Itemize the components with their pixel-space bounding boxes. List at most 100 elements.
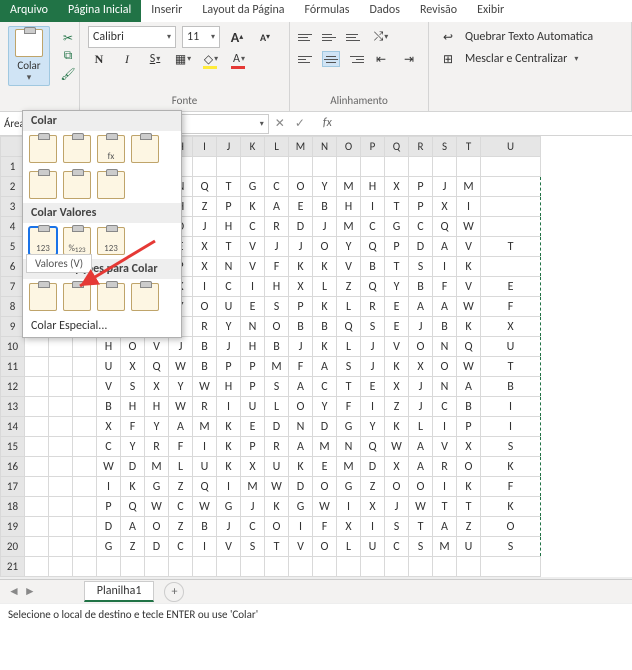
cell[interactable]: A	[265, 197, 289, 217]
paste-option-icon[interactable]	[63, 135, 91, 163]
cell[interactable]: C	[433, 397, 457, 417]
cell[interactable]: Q	[337, 317, 361, 337]
col-header[interactable]: L	[265, 137, 289, 157]
cell[interactable]	[481, 177, 541, 197]
cell[interactable]	[73, 437, 97, 457]
cell[interactable]: A	[433, 297, 457, 317]
cell[interactable]: O	[409, 477, 433, 497]
cell[interactable]: R	[265, 437, 289, 457]
cell[interactable]	[25, 417, 49, 437]
cell[interactable]	[73, 457, 97, 477]
merge-label[interactable]: Mesclar e Centralizar	[465, 52, 567, 66]
cell[interactable]: I	[481, 417, 541, 437]
cell[interactable]: G	[337, 477, 361, 497]
cell[interactable]	[73, 397, 97, 417]
cell[interactable]	[145, 557, 169, 577]
cell[interactable]: M	[337, 457, 361, 477]
cell[interactable]: I	[217, 477, 241, 497]
cell[interactable]: H	[217, 377, 241, 397]
cell[interactable]: I	[193, 437, 217, 457]
cell[interactable]: N	[289, 417, 313, 437]
cell[interactable]: X	[457, 437, 481, 457]
col-header[interactable]: O	[337, 137, 361, 157]
cell[interactable]: H	[145, 397, 169, 417]
col-header[interactable]: S	[433, 137, 457, 157]
cell[interactable]: U	[361, 537, 385, 557]
cell[interactable]: X	[385, 377, 409, 397]
cell[interactable]: K	[241, 197, 265, 217]
cell[interactable]: A	[409, 437, 433, 457]
border-button[interactable]: ▦▾	[172, 48, 194, 70]
cell[interactable]: I	[433, 257, 457, 277]
cell[interactable]: A	[457, 377, 481, 397]
tab-home[interactable]: Página Inicial	[58, 0, 141, 22]
cell[interactable]: B	[289, 317, 313, 337]
cell[interactable]: B	[313, 197, 337, 217]
cell[interactable]: B	[433, 317, 457, 337]
cell[interactable]: J	[433, 177, 457, 197]
cell[interactable]	[25, 397, 49, 417]
row-header[interactable]: 21	[1, 557, 25, 577]
cell[interactable]: J	[313, 217, 337, 237]
cell[interactable]: G	[97, 537, 121, 557]
cell[interactable]: N	[433, 337, 457, 357]
indent-dec-icon[interactable]: ⇤	[370, 48, 392, 70]
cell[interactable]: P	[385, 237, 409, 257]
cell[interactable]	[49, 377, 73, 397]
cell[interactable]: E	[481, 277, 541, 297]
cell[interactable]: I	[217, 397, 241, 417]
cell[interactable]: L	[337, 537, 361, 557]
cell[interactable]	[25, 557, 49, 577]
cell[interactable]: A	[289, 437, 313, 457]
col-header[interactable]: T	[457, 137, 481, 157]
cell[interactable]: O	[145, 517, 169, 537]
cell[interactable]: F	[313, 517, 337, 537]
tab-review[interactable]: Revisão	[410, 0, 467, 22]
cell[interactable]	[49, 557, 73, 577]
cell[interactable]	[73, 337, 97, 357]
paste-other-icon[interactable]	[29, 283, 57, 311]
cell[interactable]: K	[313, 297, 337, 317]
cell[interactable]: S	[481, 537, 541, 557]
cell[interactable]: X	[481, 317, 541, 337]
row-header[interactable]: 12	[1, 377, 25, 397]
cell[interactable]: J	[265, 237, 289, 257]
cell[interactable]: Q	[145, 357, 169, 377]
cell[interactable]	[313, 157, 337, 177]
cell[interactable]: C	[241, 517, 265, 537]
cell[interactable]: O	[409, 337, 433, 357]
cell[interactable]: L	[169, 457, 193, 477]
cell[interactable]: F	[433, 277, 457, 297]
cell[interactable]: I	[361, 197, 385, 217]
cell[interactable]	[25, 517, 49, 537]
cell[interactable]: I	[433, 417, 457, 437]
cell[interactable]	[241, 557, 265, 577]
paste-option-icon[interactable]	[29, 171, 57, 199]
cell[interactable]: Q	[193, 477, 217, 497]
cell[interactable]: R	[361, 297, 385, 317]
cell[interactable]: I	[481, 397, 541, 417]
cell[interactable]: C	[169, 537, 193, 557]
cell[interactable]: P	[457, 417, 481, 437]
cell[interactable]: N	[217, 257, 241, 277]
fill-color-button[interactable]: ◇▾	[200, 48, 222, 70]
cell[interactable]: W	[457, 217, 481, 237]
paste-values-icon[interactable]: 123	[29, 227, 57, 255]
cell[interactable]: W	[409, 497, 433, 517]
cell[interactable]: T	[337, 377, 361, 397]
cell[interactable]: Y	[217, 317, 241, 337]
sheet-nav-prev-icon[interactable]: ◄	[8, 584, 20, 599]
decrease-font-icon[interactable]: A▾	[254, 26, 276, 48]
cell[interactable]: D	[265, 417, 289, 437]
cell[interactable]	[73, 477, 97, 497]
cell[interactable]: Q	[361, 277, 385, 297]
cell[interactable]: G	[337, 417, 361, 437]
row-header[interactable]: 9	[1, 317, 25, 337]
cell[interactable]: J	[409, 397, 433, 417]
cell[interactable]: W	[169, 357, 193, 377]
cell[interactable]	[25, 437, 49, 457]
row-header[interactable]: 18	[1, 497, 25, 517]
cell[interactable]: K	[313, 257, 337, 277]
cell[interactable]	[25, 537, 49, 557]
cell[interactable]	[481, 257, 541, 277]
